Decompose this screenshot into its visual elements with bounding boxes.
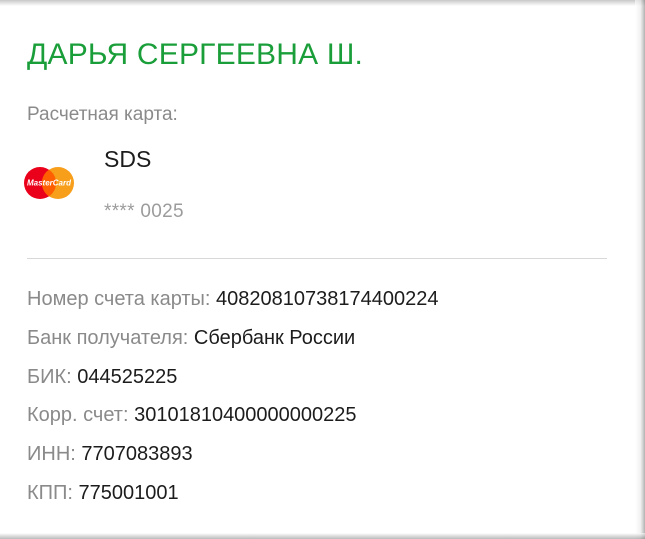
detail-value: 044525225 [77,365,178,388]
detail-row-bank-name: Банк получателя: Сбербанк России [27,326,439,365]
bank-details-list: Номер счета карты: 40820810738174400224 … [27,287,439,520]
detail-value: 40820810738174400224 [216,288,439,310]
detail-row-inn: ИНН: 7707083893 [27,442,439,481]
card-masked-number: **** 0025 [104,201,184,222]
panel-top-edge [0,0,645,6]
card-name: SDS [104,146,152,172]
panel-right-edge [635,0,645,539]
detail-label: Банк получателя: [27,326,189,349]
panel-bottom-edge [0,533,645,539]
section-divider [27,258,607,259]
detail-value: 775001001 [78,481,179,504]
detail-row-account-number: Номер счета карты: 40820810738174400224 [27,287,439,326]
card-section-label: Расчетная карта: [27,104,178,125]
recipient-details-panel: ДАРЬЯ СЕРГЕЕВНА Ш. Расчетная карта: Mast… [0,0,645,539]
detail-value: Сбербанк России [193,326,356,349]
detail-label: Корр. счет: [27,404,129,427]
detail-row-kpp: КПП: 775001001 [27,481,439,520]
mastercard-logo-text: MasterCard [27,179,72,188]
detail-label: Номер счета карты: [27,288,211,310]
mastercard-logo-icon: MasterCard [24,167,74,199]
detail-value: 30101810400000000225 [134,404,357,427]
detail-row-bik: БИК: 044525225 [27,365,439,404]
detail-row-corr-account: Корр. счет: 30101810400000000225 [27,403,439,442]
detail-value: 7707083893 [81,443,193,466]
detail-label: БИК: [27,365,72,388]
recipient-name: ДАРЬЯ СЕРГЕЕВНА Ш. [27,38,364,71]
detail-label: КПП: [27,481,73,504]
detail-label: ИНН: [27,443,76,466]
